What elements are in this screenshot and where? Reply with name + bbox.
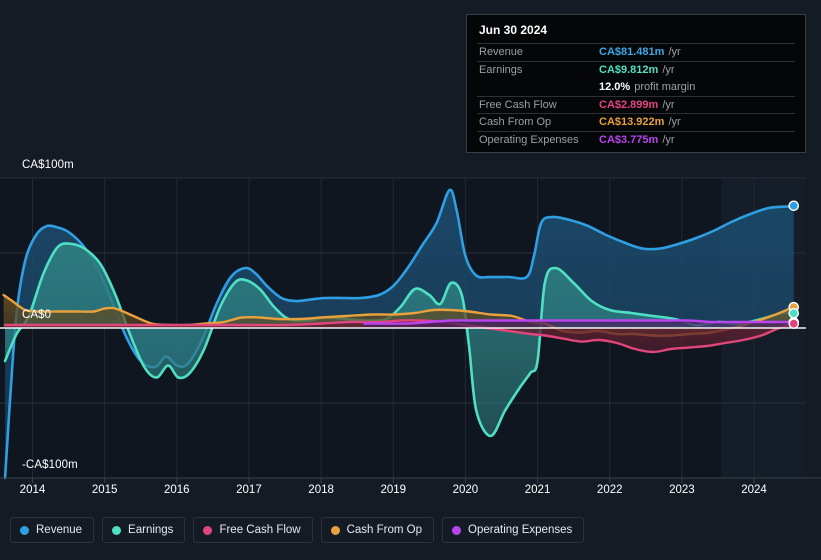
chart-tooltip: Jun 30 2024 Revenue CA$81.481m/yr Earnings… <box>466 14 806 153</box>
tooltip-row-unit: /yr <box>668 116 681 129</box>
tooltip-row-unit: /yr <box>662 63 675 76</box>
tooltip-row-unit: profit margin <box>634 80 696 93</box>
tooltip-row: Operating Expenses CA$3.775m/yr <box>477 130 795 149</box>
x-axis-tick-2022: 2022 <box>596 484 623 496</box>
tooltip-row-value: CA$2.899m <box>599 98 659 111</box>
tooltip-row-unit: /yr <box>668 46 681 59</box>
tooltip-row-unit: /yr <box>662 133 675 146</box>
tooltip-row-value: CA$9.812m <box>599 63 659 76</box>
tooltip-row-value: CA$81.481m <box>599 46 665 59</box>
x-axis-tick-2020: 2020 <box>452 484 479 496</box>
tooltip-row-label: Free Cash Flow <box>479 98 557 111</box>
tooltip-row: Earnings CA$9.812m/yr <box>477 60 795 79</box>
legend-item-label: Revenue <box>36 524 83 536</box>
x-axis-tick-2019: 2019 <box>380 484 407 496</box>
tooltip-row-label: Earnings <box>479 63 523 76</box>
tooltip-row-label: Operating Expenses <box>479 133 579 146</box>
tooltip-row-unit: /yr <box>662 98 675 111</box>
x-axis-tick-2015: 2015 <box>91 484 118 496</box>
legend-item-label: Free Cash Flow <box>219 524 301 536</box>
x-axis-tick-2016: 2016 <box>163 484 190 496</box>
x-axis-tick-2024: 2024 <box>741 484 767 496</box>
legend-item-label: Operating Expenses <box>468 524 573 536</box>
legend-item-label: Earnings <box>128 524 174 536</box>
legend-color-dot-icon <box>112 525 122 535</box>
tooltip-date: Jun 30 2024 <box>479 23 548 37</box>
legend-color-dot-icon <box>203 525 213 535</box>
x-axis-tick-2018: 2018 <box>308 484 334 496</box>
chart-legend: Revenue Earnings Free Cash Flow Cash From O… <box>10 517 585 543</box>
tooltip-row-label: Revenue <box>479 46 524 59</box>
legend-item-revenue[interactable]: Revenue <box>10 517 95 543</box>
x-axis-tick-2017: 2017 <box>236 484 262 496</box>
legend-item-cash-from-op[interactable]: Cash From Op <box>320 517 435 543</box>
legend-item-earnings[interactable]: Earnings <box>102 517 186 543</box>
tooltip-row: Revenue CA$81.481m/yr <box>477 43 795 61</box>
tooltip-row-label: Cash From Op <box>479 116 552 129</box>
legend-color-dot-icon <box>20 525 29 535</box>
tooltip-rows: Revenue CA$81.481m/yr Earnings CA$9.812m/yr… <box>477 43 795 148</box>
end-marker-free-cash-flow <box>788 318 800 329</box>
legend-color-dot-icon <box>330 525 340 535</box>
legend-item-label: Cash From Op <box>346 524 423 536</box>
tooltip-row-value: 12.0% <box>599 80 631 93</box>
x-axis-tick-2021: 2021 <box>524 484 551 496</box>
end-marker-revenue <box>788 200 800 212</box>
legend-color-dot-icon <box>452 525 462 535</box>
x-axis-tick-2023: 2023 <box>669 484 695 496</box>
tooltip-row: 12.0% profit margin <box>477 78 795 96</box>
tooltip-row-value: CA$13.922m <box>599 116 665 129</box>
chart-page: CA$100m CA$0 -CA$100m 2014 2015 2016 2017 20… <box>0 0 821 560</box>
end-marker-earnings <box>788 307 800 319</box>
tooltip-row-value: CA$3.775m <box>599 133 659 146</box>
legend-item-free-cash-flow[interactable]: Free Cash Flow <box>193 517 313 543</box>
tooltip-row: Cash From Op CA$13.922m/yr <box>477 113 795 131</box>
legend-item-operating-expenses[interactable]: Operating Expenses <box>442 517 585 543</box>
x-axis-tick-2014: 2014 <box>19 484 46 496</box>
tooltip-row: Free Cash Flow CA$2.899m/yr <box>477 95 795 114</box>
